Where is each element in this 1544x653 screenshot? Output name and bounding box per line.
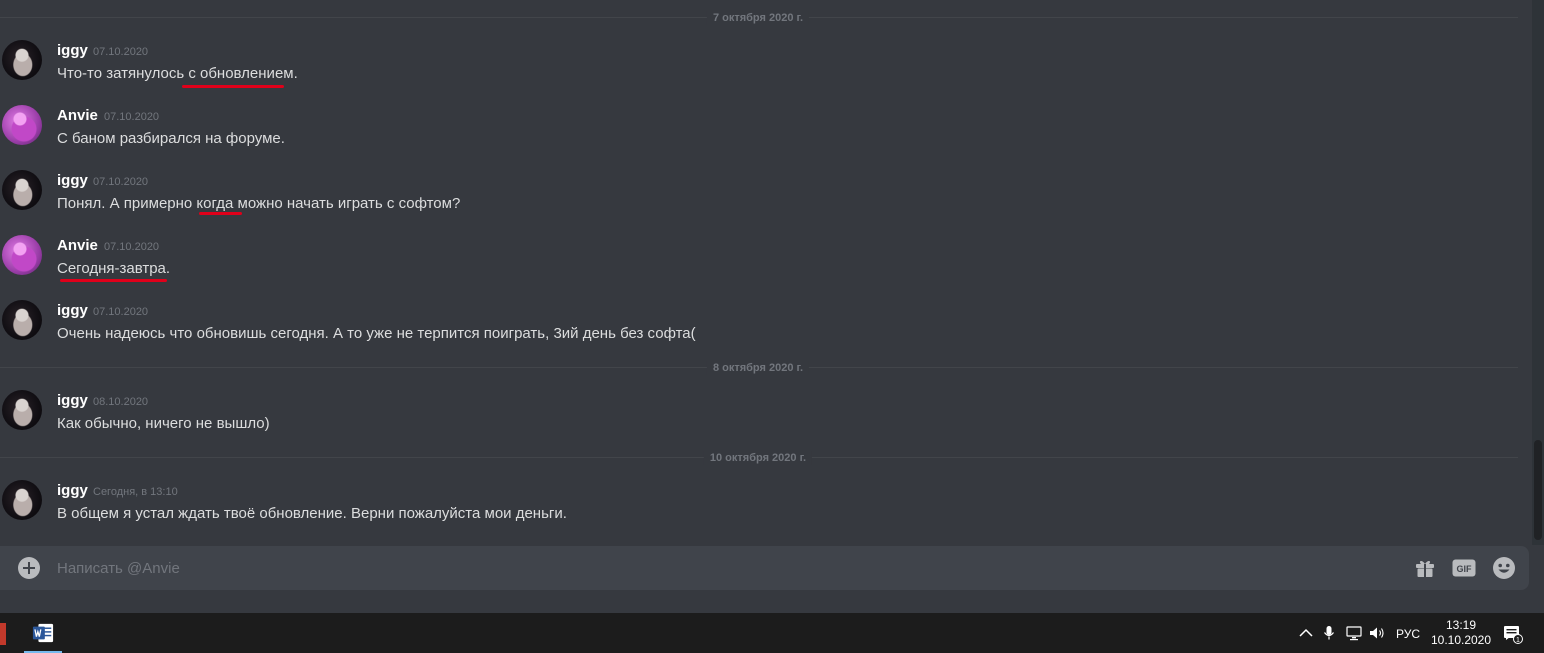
input-language-indicator[interactable]: РУС <box>1396 627 1420 641</box>
avatar[interactable] <box>2 105 42 145</box>
clock-time: 13:19 <box>1445 618 1477 632</box>
message-text: Сегодня-завтра. <box>57 260 171 277</box>
message-list-scrollbar[interactable] <box>1532 0 1544 545</box>
date-divider-label: 10 октября 2020 г. <box>703 451 813 465</box>
microphone-icon[interactable] <box>1321 625 1337 641</box>
plus-circle-icon[interactable] <box>18 557 40 579</box>
message-author[interactable]: iggy <box>57 172 88 190</box>
message-timestamp: 07.10.2020 <box>93 306 149 318</box>
gif-icon[interactable]: GIF <box>1452 556 1476 580</box>
message-input[interactable] <box>57 557 1387 579</box>
message-author[interactable]: Anvie <box>57 237 98 255</box>
message-author[interactable]: Anvie <box>57 107 98 125</box>
network-icon[interactable] <box>1346 625 1362 641</box>
message-text: Как обычно, ничего не вышло) <box>57 415 270 432</box>
message-timestamp: 07.10.2020 <box>93 46 149 58</box>
red-underline-annotation <box>60 279 167 282</box>
message-text: Что-то затянулось с обновлением. <box>57 65 298 82</box>
message-text: Очень надеюсь что обновишь сегодня. А то… <box>57 325 696 342</box>
message-timestamp: Сегодня, в 13:10 <box>93 486 178 498</box>
message-text: В общем я устал ждать твоё обновление. В… <box>57 505 567 522</box>
date-divider-label: 7 октября 2020 г. <box>706 11 810 25</box>
scrollbar-thumb[interactable] <box>1534 440 1542 540</box>
taskbar-clock[interactable]: 13:19 10.10.2020 <box>1430 618 1492 648</box>
avatar[interactable] <box>2 170 42 210</box>
composer-footer <box>0 590 1544 613</box>
chevron-up-icon[interactable] <box>1298 625 1314 641</box>
notification-count: 1 <box>1516 637 1520 644</box>
avatar[interactable] <box>2 235 42 275</box>
message-list[interactable]: 7 октября 2020 г. iggy 07.10.2020 Что-то… <box>0 0 1532 545</box>
taskbar-word-button[interactable] <box>24 613 62 653</box>
avatar[interactable] <box>2 40 42 80</box>
word-icon <box>32 623 54 643</box>
avatar[interactable] <box>2 300 42 340</box>
message: Anvie 07.10.2020 С баном разбирался на ф… <box>0 105 1500 161</box>
date-divider-label: 8 октября 2020 г. <box>706 361 810 375</box>
volume-icon[interactable] <box>1369 625 1385 641</box>
message-timestamp: 08.10.2020 <box>93 396 149 408</box>
taskbar-app-icon[interactable] <box>0 623 6 645</box>
message: Anvie 07.10.2020 Сегодня-завтра. <box>0 235 1500 291</box>
message: iggy Сегодня, в 13:10 В общем я устал жд… <box>0 480 1500 536</box>
clock-date: 10.10.2020 <box>1430 633 1492 647</box>
message: iggy 07.10.2020 Понял. А примерно когда … <box>0 170 1500 226</box>
message-author[interactable]: iggy <box>57 42 88 60</box>
message: iggy 07.10.2020 Очень надеюсь что обнови… <box>0 300 1500 356</box>
message-text: С баном разбирался на форуме. <box>57 130 285 147</box>
avatar[interactable] <box>2 390 42 430</box>
message-timestamp: 07.10.2020 <box>104 241 160 253</box>
emoji-icon[interactable] <box>1492 556 1516 580</box>
message-author[interactable]: iggy <box>57 302 88 320</box>
avatar[interactable] <box>2 480 42 520</box>
windows-taskbar: РУС 13:19 10.10.2020 1 <box>0 613 1544 653</box>
message-author[interactable]: iggy <box>57 392 88 410</box>
message-timestamp: 07.10.2020 <box>104 111 160 123</box>
message-timestamp: 07.10.2020 <box>93 176 149 188</box>
discord-window: 7 октября 2020 г. iggy 07.10.2020 Что-то… <box>0 0 1544 653</box>
message: iggy 08.10.2020 Как обычно, ничего не вы… <box>0 390 1500 446</box>
red-underline-annotation <box>199 212 242 215</box>
red-underline-annotation <box>182 85 284 88</box>
notification-icon[interactable]: 1 <box>1503 624 1523 644</box>
message-author[interactable]: iggy <box>57 482 88 500</box>
message-composer: GIF <box>0 546 1529 590</box>
message-text: Понял. А примерно когда можно начать игр… <box>57 195 461 212</box>
gift-icon[interactable] <box>1413 556 1437 580</box>
svg-text:GIF: GIF <box>1457 564 1473 574</box>
